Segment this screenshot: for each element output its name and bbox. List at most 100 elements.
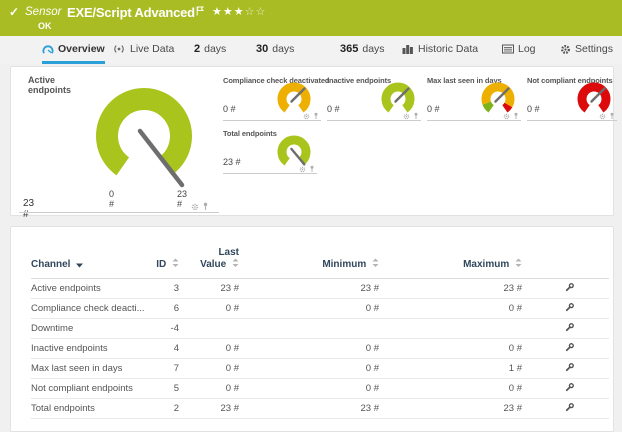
pin-icon[interactable] — [609, 112, 615, 120]
pin-icon[interactable] — [313, 112, 319, 120]
minimum-value: 23 # — [239, 399, 379, 419]
minimum-value: 23 # — [239, 279, 379, 299]
maximum-value: 1 # — [379, 359, 522, 379]
channel-id: -4 — [149, 319, 179, 339]
tab-label: Historic Data — [418, 43, 478, 55]
gauge-panel-total-endpoints: Total endpoints 23 # — [223, 129, 319, 177]
gauge-title: Active endpoints — [28, 75, 71, 95]
sort-desc-icon — [76, 263, 83, 268]
channel-name: Downtime — [31, 319, 149, 339]
channel-id: 3 — [149, 279, 179, 299]
last-value: 23 # — [179, 279, 239, 299]
gauge-icon — [42, 44, 54, 55]
edit-channel-wrench-icon[interactable] — [564, 282, 575, 293]
table-header-row: Channel ID Last Value Minimum Maxi — [31, 233, 609, 279]
overview-gauges-card: Active endpoints 0 # 23 # 23 # Complianc… — [10, 66, 614, 216]
gauge-current-value: 0 # — [527, 104, 540, 114]
pin-icon[interactable] — [413, 112, 419, 120]
column-header-maximum[interactable]: Maximum — [379, 233, 522, 279]
column-label: Last — [179, 247, 239, 258]
column-header-spacer — [579, 233, 609, 279]
gear-icon[interactable] — [303, 113, 310, 120]
sort-icon — [232, 258, 239, 268]
pin-icon[interactable] — [202, 202, 209, 211]
tab-historic-data[interactable]: Historic Data — [402, 37, 478, 61]
edit-channel-wrench-icon[interactable] — [564, 302, 575, 313]
tab-label: days — [272, 43, 294, 55]
tab-overview[interactable]: Overview — [42, 37, 105, 64]
tab-label: Live Data — [130, 43, 174, 55]
edit-channel-wrench-icon[interactable] — [564, 382, 575, 393]
minimum-value: 0 # — [239, 379, 379, 399]
gear-icon[interactable] — [503, 113, 510, 120]
column-header-id[interactable]: ID — [149, 233, 179, 279]
column-header-actions — [522, 233, 579, 279]
maximum-value: 23 # — [379, 399, 522, 419]
pin-icon[interactable] — [513, 112, 519, 120]
gear-icon[interactable] — [599, 113, 606, 120]
tab-number: 365 — [340, 43, 358, 55]
tab-365-days[interactable]: 365 days — [340, 37, 385, 61]
pin-icon[interactable] — [309, 165, 315, 173]
priority-flag-icon[interactable] — [196, 3, 204, 21]
gear-icon[interactable] — [403, 113, 410, 120]
column-label: Value — [200, 259, 226, 270]
log-list-icon — [502, 44, 514, 54]
channel-name: Max last seen in days — [31, 359, 149, 379]
column-label: Channel — [31, 259, 70, 270]
sensor-status-bar: ✓ Sensor EXE/Script Advanced ★★★☆☆ OK — [0, 0, 622, 36]
tab-settings[interactable]: Settings — [560, 37, 613, 61]
tab-label: Log — [518, 43, 536, 55]
column-header-minimum[interactable]: Minimum — [239, 233, 379, 279]
channel-name: Total endpoints — [31, 399, 149, 419]
tab-30-days[interactable]: 30 days — [256, 37, 294, 61]
tab-label: Overview — [58, 43, 105, 55]
gauge-current-value: 23 # — [23, 198, 34, 220]
tab-bar: Overview Live Data 2 days 30 days 365 da… — [0, 36, 622, 64]
channels-table-card: Channel ID Last Value Minimum Maxi — [10, 226, 614, 432]
table-row: Total endpoints 2 23 # 23 # 23 # — [31, 399, 609, 419]
status-check-icon: ✓ — [9, 5, 19, 19]
channel-id: 6 — [149, 299, 179, 319]
tab-live-data[interactable]: Live Data — [112, 37, 174, 61]
sort-icon — [372, 258, 379, 268]
gear-icon[interactable] — [299, 166, 306, 173]
table-row: Compliance check deacti... 6 0 # 0 # 0 # — [31, 299, 609, 319]
maximum-value: 23 # — [379, 279, 522, 299]
channel-id: 2 — [149, 399, 179, 419]
priority-stars[interactable]: ★★★☆☆ — [212, 5, 266, 18]
table-row: Not compliant endpoints 5 0 # 0 # 0 # — [31, 379, 609, 399]
column-header-channel[interactable]: Channel — [31, 233, 149, 279]
minimum-value: 0 # — [239, 359, 379, 379]
last-value: 0 # — [179, 339, 239, 359]
last-value: 0 # — [179, 359, 239, 379]
channel-name: Not compliant endpoints — [31, 379, 149, 399]
gauge-current-value: 0 # — [223, 104, 236, 114]
column-header-last-value[interactable]: Last Value — [179, 233, 239, 279]
table-row: Downtime -4 — [31, 319, 609, 339]
panel-divider — [327, 120, 421, 121]
last-value: 23 # — [179, 399, 239, 419]
edit-channel-wrench-icon[interactable] — [564, 322, 575, 333]
panel-divider — [223, 120, 321, 121]
gauge-panel-inactive-endpoints: Inactive endpoints 0 # — [327, 76, 423, 124]
gear-icon[interactable] — [191, 203, 199, 211]
stars-empty: ☆☆ — [245, 6, 267, 18]
tab-log[interactable]: Log — [502, 37, 536, 61]
edit-channel-wrench-icon[interactable] — [564, 402, 575, 413]
tab-label: days — [362, 43, 384, 55]
edit-channel-wrench-icon[interactable] — [564, 362, 575, 373]
sort-icon — [515, 258, 522, 268]
bar-chart-icon — [402, 44, 414, 54]
table-row: Max last seen in days 7 0 # 0 # 1 # — [31, 359, 609, 379]
gauge-panel-compliance-check-deactivated: Compliance check deactivated 0 # — [223, 76, 323, 124]
active-endpoints-gauge — [89, 81, 199, 191]
column-label: Minimum — [322, 259, 366, 270]
tab-2-days[interactable]: 2 days — [194, 37, 226, 61]
gauge-current-value: 0 # — [327, 104, 340, 114]
gauge-current-value: 0 # — [427, 104, 440, 114]
channel-name: Active endpoints — [31, 279, 149, 299]
edit-channel-wrench-icon[interactable] — [564, 342, 575, 353]
minimum-value — [239, 319, 379, 339]
sensor-status-text: OK — [38, 21, 52, 31]
